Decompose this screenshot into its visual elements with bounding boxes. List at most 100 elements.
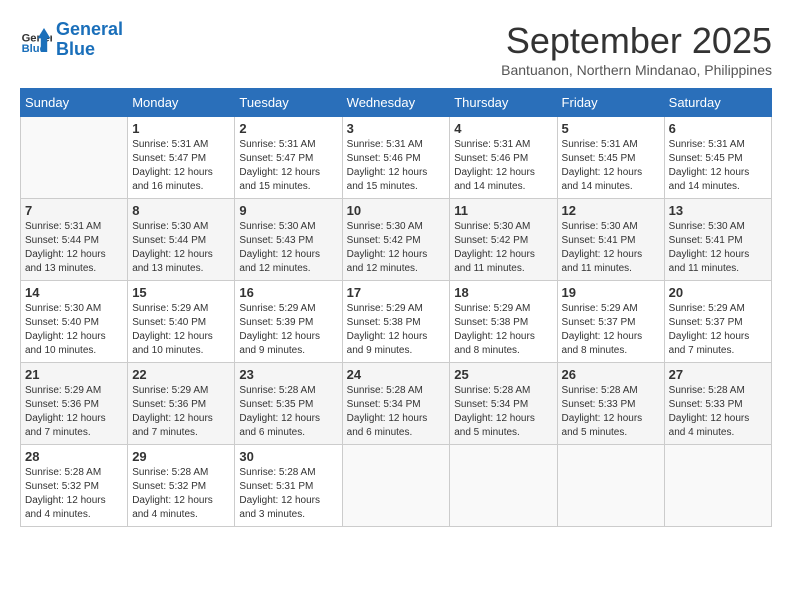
month-title: September 2025 (501, 20, 772, 62)
day-info: Sunrise: 5:28 AMSunset: 5:32 PMDaylight:… (25, 466, 123, 522)
calendar-header-row: SundayMondayTuesdayWednesdayThursdayFrid… (21, 89, 772, 117)
page-header: General Blue General Blue September 2025… (20, 20, 772, 78)
day-number: 11 (454, 203, 552, 218)
calendar-cell: 15 Sunrise: 5:29 AMSunset: 5:40 PMDayligh… (128, 281, 235, 363)
header-tuesday: Tuesday (235, 89, 342, 117)
day-number: 7 (25, 203, 123, 218)
calendar-cell: 25 Sunrise: 5:28 AMSunset: 5:34 PMDayligh… (450, 363, 557, 445)
calendar-cell: 18 Sunrise: 5:29 AMSunset: 5:38 PMDayligh… (450, 281, 557, 363)
day-number: 12 (562, 203, 660, 218)
day-info: Sunrise: 5:28 AMSunset: 5:34 PMDaylight:… (347, 384, 446, 440)
calendar-cell: 30 Sunrise: 5:28 AMSunset: 5:31 PMDayligh… (235, 445, 342, 527)
calendar-cell: 5 Sunrise: 5:31 AMSunset: 5:45 PMDaylight… (557, 117, 664, 199)
day-info: Sunrise: 5:28 AMSunset: 5:33 PMDaylight:… (669, 384, 767, 440)
day-info: Sunrise: 5:29 AMSunset: 5:36 PMDaylight:… (25, 384, 123, 440)
day-info: Sunrise: 5:28 AMSunset: 5:33 PMDaylight:… (562, 384, 660, 440)
day-info: Sunrise: 5:30 AMSunset: 5:40 PMDaylight:… (25, 302, 123, 358)
calendar-cell: 21 Sunrise: 5:29 AMSunset: 5:36 PMDayligh… (21, 363, 128, 445)
day-number: 10 (347, 203, 446, 218)
title-block: September 2025 Bantuanon, Northern Minda… (501, 20, 772, 78)
day-number: 14 (25, 285, 123, 300)
calendar-cell: 9Sunrise: 5:30 AMSunset: 5:43 PMDaylight… (235, 199, 342, 281)
day-number: 6 (669, 121, 767, 136)
calendar-week-row: 28 Sunrise: 5:28 AMSunset: 5:32 PMDayligh… (21, 445, 772, 527)
day-info: Sunrise: 5:29 AMSunset: 5:37 PMDaylight:… (562, 302, 660, 358)
day-number: 8 (132, 203, 230, 218)
day-info: Sunrise: 5:28 AMSunset: 5:34 PMDaylight:… (454, 384, 552, 440)
calendar-cell: 26 Sunrise: 5:28 AMSunset: 5:33 PMDayligh… (557, 363, 664, 445)
day-number: 26 (562, 367, 660, 382)
calendar-cell (557, 445, 664, 527)
day-info: Sunrise: 5:31 AMSunset: 5:47 PMDaylight:… (239, 138, 337, 194)
calendar-cell (450, 445, 557, 527)
day-info: Sunrise: 5:28 AMSunset: 5:35 PMDaylight:… (239, 384, 337, 440)
header-monday: Monday (128, 89, 235, 117)
calendar-cell: 12 Sunrise: 5:30 AMSunset: 5:41 PMDayligh… (557, 199, 664, 281)
day-info: Sunrise: 5:28 AMSunset: 5:31 PMDaylight:… (239, 466, 337, 522)
day-info: Sunrise: 5:28 AMSunset: 5:32 PMDaylight:… (132, 466, 230, 522)
day-info: Sunrise: 5:31 AMSunset: 5:46 PMDaylight:… (454, 138, 552, 194)
day-info: Sunrise: 5:31 AMSunset: 5:45 PMDaylight:… (562, 138, 660, 194)
calendar-cell: 20 Sunrise: 5:29 AMSunset: 5:37 PMDayligh… (664, 281, 771, 363)
day-info: Sunrise: 5:31 AMSunset: 5:44 PMDaylight:… (25, 220, 123, 276)
day-number: 19 (562, 285, 660, 300)
day-number: 23 (239, 367, 337, 382)
header-sunday: Sunday (21, 89, 128, 117)
calendar-week-row: 7 Sunrise: 5:31 AMSunset: 5:44 PMDaylight… (21, 199, 772, 281)
day-number: 17 (347, 285, 446, 300)
day-number: 22 (132, 367, 230, 382)
calendar-cell: 6 Sunrise: 5:31 AMSunset: 5:45 PMDaylight… (664, 117, 771, 199)
calendar-cell: 16Sunrise: 5:29 AMSunset: 5:39 PMDayligh… (235, 281, 342, 363)
day-info: Sunrise: 5:29 AMSunset: 5:39 PMDaylight:… (239, 302, 337, 358)
day-number: 25 (454, 367, 552, 382)
calendar-cell: 1Sunrise: 5:31 AMSunset: 5:47 PMDaylight… (128, 117, 235, 199)
calendar-cell: 24 Sunrise: 5:28 AMSunset: 5:34 PMDayligh… (342, 363, 450, 445)
calendar-table: SundayMondayTuesdayWednesdayThursdayFrid… (20, 88, 772, 527)
logo-text-blue: Blue (56, 40, 123, 60)
day-number: 28 (25, 449, 123, 464)
day-number: 5 (562, 121, 660, 136)
day-number: 18 (454, 285, 552, 300)
day-info: Sunrise: 5:29 AMSunset: 5:37 PMDaylight:… (669, 302, 767, 358)
day-number: 2 (239, 121, 337, 136)
calendar-cell: 7 Sunrise: 5:31 AMSunset: 5:44 PMDaylight… (21, 199, 128, 281)
calendar-cell: 29 Sunrise: 5:28 AMSunset: 5:32 PMDayligh… (128, 445, 235, 527)
calendar-cell: 2 Sunrise: 5:31 AMSunset: 5:47 PMDaylight… (235, 117, 342, 199)
logo-text-general: General (56, 20, 123, 40)
calendar-cell: 22 Sunrise: 5:29 AMSunset: 5:36 PMDayligh… (128, 363, 235, 445)
day-number: 30 (239, 449, 337, 464)
day-number: 29 (132, 449, 230, 464)
day-number: 27 (669, 367, 767, 382)
day-info: Sunrise: 5:30 AMSunset: 5:41 PMDaylight:… (562, 220, 660, 276)
day-number: 13 (669, 203, 767, 218)
day-number: 3 (347, 121, 446, 136)
header-thursday: Thursday (450, 89, 557, 117)
day-number: 9 (239, 203, 337, 218)
header-wednesday: Wednesday (342, 89, 450, 117)
calendar-cell: 8 Sunrise: 5:30 AMSunset: 5:44 PMDaylight… (128, 199, 235, 281)
logo: General Blue General Blue (20, 20, 123, 60)
logo-icon: General Blue (20, 24, 52, 56)
day-info: Sunrise: 5:29 AMSunset: 5:36 PMDaylight:… (132, 384, 230, 440)
calendar-cell: 23 Sunrise: 5:28 AMSunset: 5:35 PMDayligh… (235, 363, 342, 445)
day-info: Sunrise: 5:30 AMSunset: 5:42 PMDaylight:… (454, 220, 552, 276)
day-number: 20 (669, 285, 767, 300)
day-info: Sunrise: 5:30 AMSunset: 5:44 PMDaylight:… (132, 220, 230, 276)
header-saturday: Saturday (664, 89, 771, 117)
calendar-cell: 19 Sunrise: 5:29 AMSunset: 5:37 PMDayligh… (557, 281, 664, 363)
calendar-week-row: 14 Sunrise: 5:30 AMSunset: 5:40 PMDayligh… (21, 281, 772, 363)
day-number: 21 (25, 367, 123, 382)
calendar-cell: 10Sunrise: 5:30 AMSunset: 5:42 PMDayligh… (342, 199, 450, 281)
day-info: Sunrise: 5:29 AMSunset: 5:38 PMDaylight:… (347, 302, 446, 358)
day-info: Sunrise: 5:29 AMSunset: 5:38 PMDaylight:… (454, 302, 552, 358)
day-number: 15 (132, 285, 230, 300)
day-info: Sunrise: 5:31 AMSunset: 5:47 PMDaylight:… (132, 138, 230, 194)
day-info: Sunrise: 5:29 AMSunset: 5:40 PMDaylight:… (132, 302, 230, 358)
day-info: Sunrise: 5:31 AMSunset: 5:45 PMDaylight:… (669, 138, 767, 194)
calendar-cell: 28 Sunrise: 5:28 AMSunset: 5:32 PMDayligh… (21, 445, 128, 527)
header-friday: Friday (557, 89, 664, 117)
calendar-week-row: 1Sunrise: 5:31 AMSunset: 5:47 PMDaylight… (21, 117, 772, 199)
day-number: 24 (347, 367, 446, 382)
calendar-cell (664, 445, 771, 527)
location-subtitle: Bantuanon, Northern Mindanao, Philippine… (501, 62, 772, 78)
